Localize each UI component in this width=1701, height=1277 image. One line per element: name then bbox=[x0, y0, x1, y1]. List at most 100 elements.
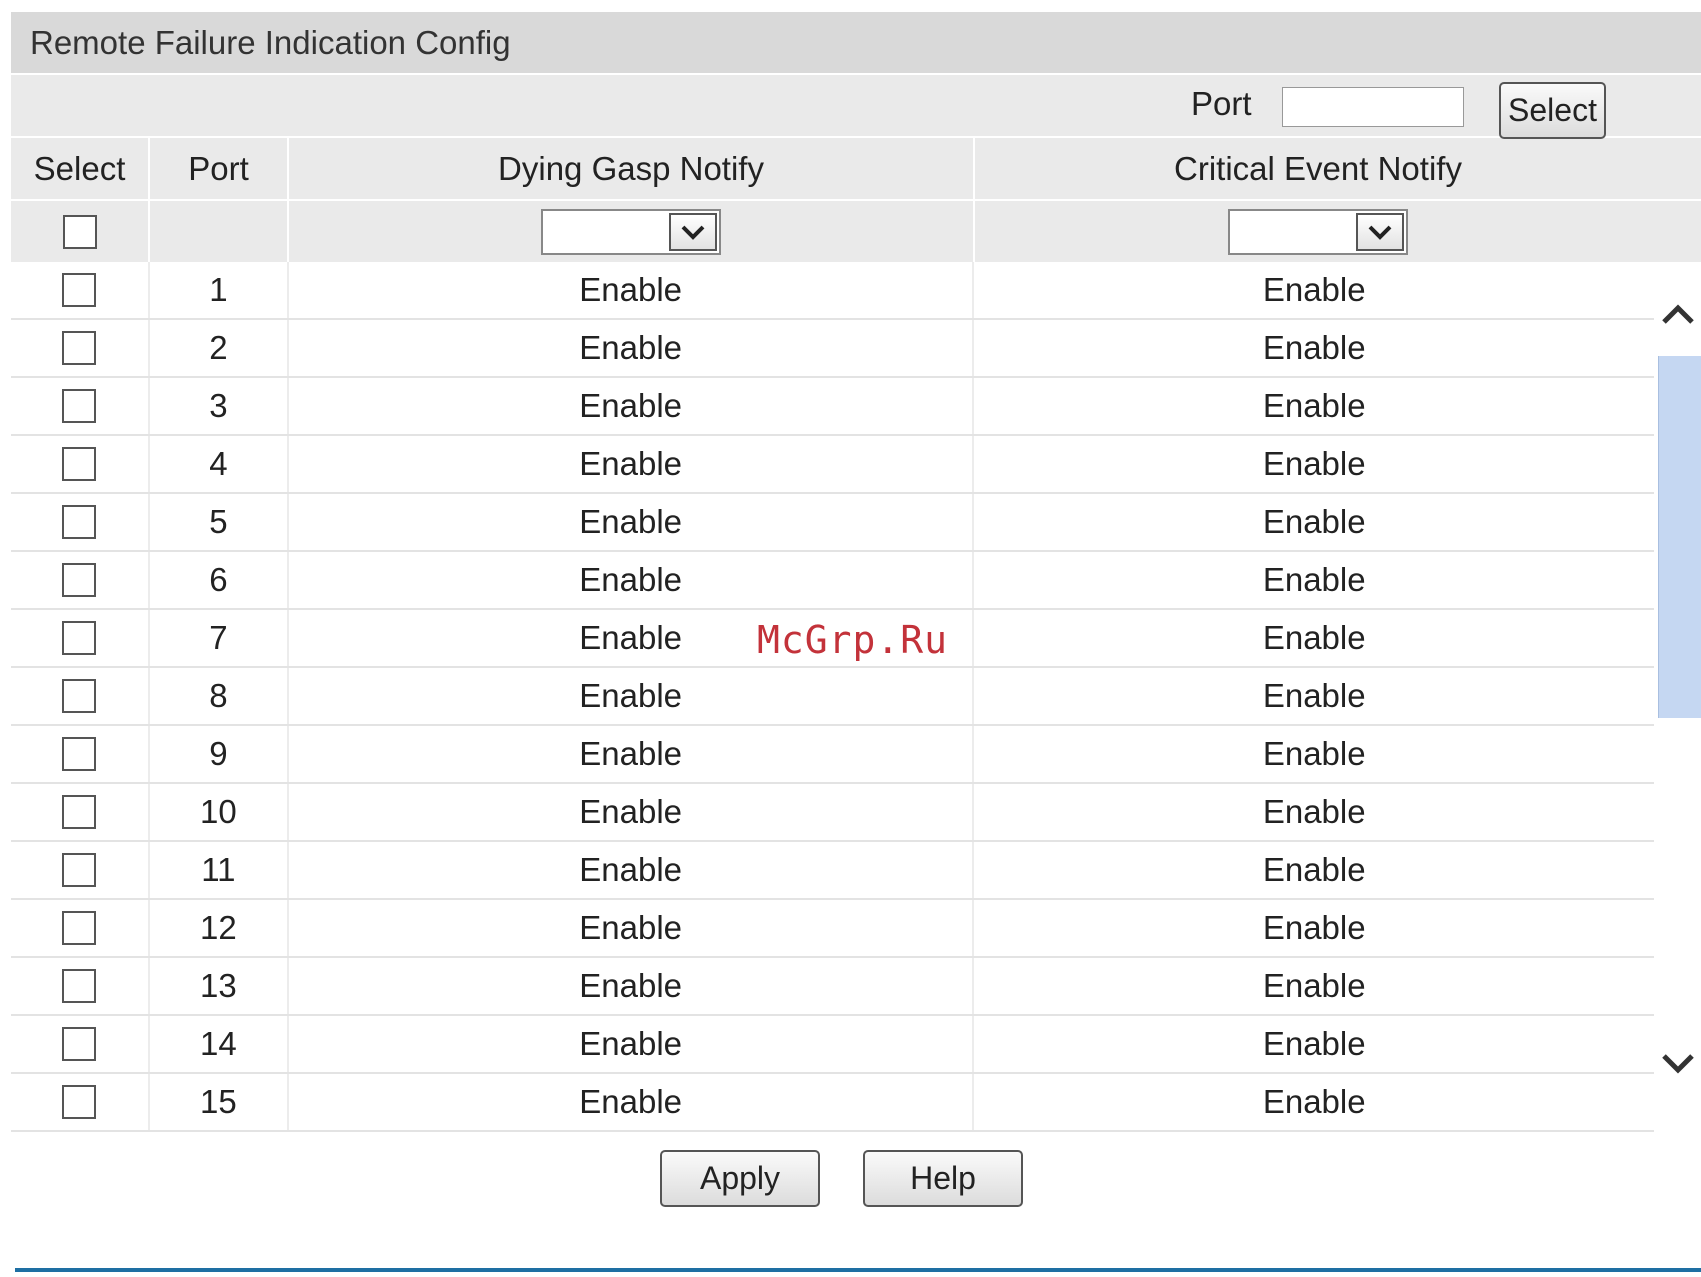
row-critical-event: Enable bbox=[1262, 793, 1366, 830]
row-dying-gasp: Enable bbox=[289, 958, 975, 1014]
row-dying-gasp: Enable bbox=[289, 436, 975, 492]
row-port: 2 bbox=[150, 320, 289, 376]
row-dying-gasp: Enable bbox=[289, 1074, 975, 1130]
row-port: 12 bbox=[150, 900, 289, 956]
table-row: 15 Enable Enable bbox=[11, 1074, 1654, 1132]
row-port: 8 bbox=[150, 668, 289, 724]
row-checkbox[interactable] bbox=[62, 737, 97, 771]
row-checkbox[interactable] bbox=[62, 911, 97, 945]
row-checkbox[interactable] bbox=[62, 1027, 97, 1061]
row-checkbox[interactable] bbox=[62, 331, 97, 365]
panel-title: Remote Failure Indication Config bbox=[30, 23, 511, 61]
row-checkbox[interactable] bbox=[62, 969, 97, 1003]
row-dying-gasp: Enable bbox=[289, 552, 975, 608]
chevron-down-icon[interactable] bbox=[669, 212, 717, 251]
table-scrollbar[interactable] bbox=[1654, 262, 1701, 1122]
row-select-cell bbox=[11, 610, 150, 666]
row-dying-gasp: Enable bbox=[289, 378, 975, 434]
rfi-config-panel: Remote Failure Indication Config Port Se… bbox=[11, 12, 1701, 1132]
row-checkbox[interactable] bbox=[62, 621, 97, 655]
help-button[interactable]: Help bbox=[863, 1150, 1023, 1207]
bulk-critical-cell bbox=[975, 201, 1661, 262]
port-filter-bar: Port Select bbox=[11, 75, 1701, 139]
row-checkbox[interactable] bbox=[62, 1085, 97, 1119]
row-port: 3 bbox=[150, 378, 289, 434]
row-dying-gasp: Enable bbox=[289, 842, 975, 898]
row-checkbox[interactable] bbox=[62, 447, 97, 481]
table-row: 8 Enable Enable bbox=[11, 668, 1654, 726]
row-dying-gasp: Enable bbox=[289, 494, 975, 550]
row-select-cell bbox=[11, 842, 150, 898]
table-row: 10 Enable Enable bbox=[11, 784, 1654, 842]
row-critical-event: Enable bbox=[1262, 851, 1366, 888]
row-checkbox[interactable] bbox=[62, 389, 97, 423]
col-header-dying-gasp: Dying Gasp Notify bbox=[289, 138, 975, 199]
row-dying-gasp: Enable bbox=[289, 1016, 975, 1072]
row-critical-event: Enable bbox=[1262, 329, 1366, 366]
row-critical-event: Enable bbox=[1262, 735, 1366, 772]
port-filter-input[interactable] bbox=[1282, 87, 1464, 127]
table-row: 6 Enable Enable bbox=[11, 552, 1654, 610]
row-select-cell bbox=[11, 668, 150, 724]
row-select-cell bbox=[11, 1074, 150, 1130]
row-port: 9 bbox=[150, 726, 289, 782]
select-all-checkbox[interactable] bbox=[62, 214, 97, 249]
row-port: 5 bbox=[150, 494, 289, 550]
row-checkbox[interactable] bbox=[62, 679, 97, 713]
row-dying-gasp: Enable bbox=[289, 262, 975, 318]
port-filter-label: Port bbox=[1191, 85, 1252, 122]
row-select-cell bbox=[11, 436, 150, 492]
row-critical-event: Enable bbox=[1262, 387, 1366, 424]
row-select-cell bbox=[11, 1016, 150, 1072]
watermark-text: McGrp.Ru bbox=[757, 618, 949, 662]
row-select-cell bbox=[11, 726, 150, 782]
row-critical-event: Enable bbox=[1262, 677, 1366, 714]
row-critical-event: Enable bbox=[1262, 1025, 1366, 1062]
table-header: Select Port Dying Gasp Notify Critical E… bbox=[11, 138, 1701, 199]
row-dying-gasp: Enable bbox=[289, 668, 975, 724]
row-critical-event: Enable bbox=[1262, 1083, 1366, 1120]
port-rows: 1 Enable Enable 2 Enable Enable 3 Enable Enable 4… bbox=[11, 262, 1654, 1132]
footer-divider bbox=[15, 1268, 1701, 1272]
apply-button[interactable]: Apply bbox=[660, 1150, 820, 1207]
row-critical-event: Enable bbox=[1262, 619, 1366, 656]
row-critical-event: Enable bbox=[1262, 561, 1366, 598]
row-critical-event: Enable bbox=[1262, 967, 1366, 1004]
dying-gasp-bulk-select[interactable] bbox=[541, 208, 721, 255]
scrollbar-thumb[interactable] bbox=[1658, 356, 1701, 718]
row-port: 7 bbox=[150, 610, 289, 666]
row-port: 1 bbox=[150, 262, 289, 318]
row-port: 15 bbox=[150, 1074, 289, 1130]
row-select-cell bbox=[11, 262, 150, 318]
row-dying-gasp: Enable bbox=[289, 320, 975, 376]
table-row: 11 Enable Enable bbox=[11, 842, 1654, 900]
row-critical-event: Enable bbox=[1262, 445, 1366, 482]
row-dying-gasp: Enable bbox=[289, 900, 975, 956]
bulk-edit-row bbox=[11, 201, 1701, 262]
chevron-up-icon[interactable] bbox=[1660, 302, 1696, 331]
port-select-button[interactable]: Select bbox=[1499, 82, 1606, 139]
row-port: 11 bbox=[150, 842, 289, 898]
table-row: 13 Enable Enable bbox=[11, 958, 1654, 1016]
table-row: 14 Enable Enable bbox=[11, 1016, 1654, 1074]
row-port: 14 bbox=[150, 1016, 289, 1072]
bulk-port-cell bbox=[150, 201, 289, 262]
table-row: 12 Enable Enable bbox=[11, 900, 1654, 958]
row-dying-gasp: Enable bbox=[289, 784, 975, 840]
row-checkbox[interactable] bbox=[62, 853, 97, 887]
row-checkbox[interactable] bbox=[62, 563, 97, 597]
row-select-cell bbox=[11, 958, 150, 1014]
chevron-down-icon[interactable] bbox=[1660, 1052, 1696, 1081]
row-select-cell bbox=[11, 900, 150, 956]
row-checkbox[interactable] bbox=[62, 273, 97, 307]
panel-title-bar: Remote Failure Indication Config bbox=[11, 12, 1701, 73]
row-checkbox[interactable] bbox=[62, 795, 97, 829]
chevron-down-icon[interactable] bbox=[1356, 212, 1404, 251]
row-select-cell bbox=[11, 320, 150, 376]
row-critical-event: Enable bbox=[1262, 909, 1366, 946]
critical-event-bulk-select[interactable] bbox=[1228, 208, 1408, 255]
row-checkbox[interactable] bbox=[62, 505, 97, 539]
row-select-cell bbox=[11, 494, 150, 550]
row-dying-gasp: Enable bbox=[289, 726, 975, 782]
table-row: 2 Enable Enable bbox=[11, 320, 1654, 378]
